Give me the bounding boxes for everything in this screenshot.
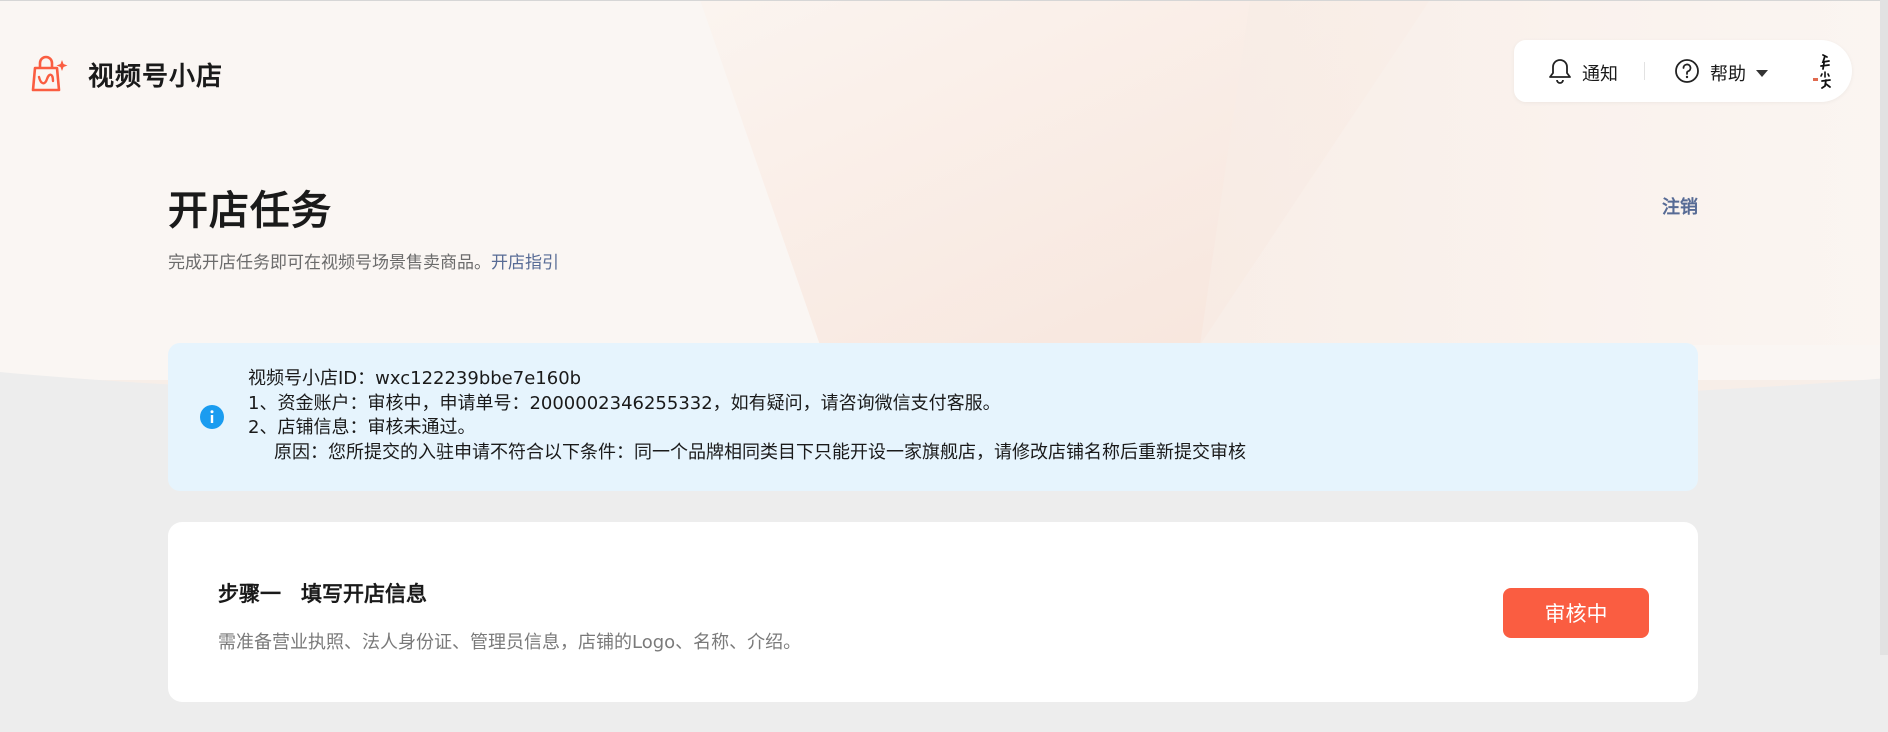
page-title: 开店任务 [168,188,332,234]
review-status-button[interactable]: 审核中 [1503,588,1649,638]
guide-link[interactable]: 开店指引 [491,253,559,273]
shop-info-line: 2、店铺信息：审核未通过。 [248,417,476,438]
notice-text: 视频号小店ID：wxc122239bbe7e160b 1、资金账户：审核中，申请… [248,367,1246,465]
divider [1644,62,1645,80]
help-label: 帮助 [1710,64,1746,85]
brand[interactable]: 视频号小店 [28,54,223,94]
question-circle-icon [1674,58,1700,88]
notice-banner: 视频号小店ID：wxc122239bbe7e160b 1、资金账户：审核中，申请… [168,343,1698,491]
notify-button[interactable]: 通知 [1548,58,1618,88]
top-border [0,0,1888,1]
page: 视频号小店 通知 帮助 开店任务 完成开店任务即可在视频号场景售卖商品。开店指引… [0,0,1888,732]
step-number: 步骤一 [218,582,281,606]
fund-account-line: 1、资金账户：审核中，申请单号：2000002346255332，如有疑问，请咨… [248,392,1001,414]
bell-icon [1548,58,1572,88]
page-description-text: 完成开店任务即可在视频号场景售卖商品。 [168,253,491,273]
step-name: 填写开店信息 [301,582,427,606]
brand-name: 视频号小店 [88,61,224,92]
info-icon [200,405,224,429]
logout-link[interactable]: 注销 [1662,193,1698,219]
shop-bag-icon [28,54,68,94]
step-description: 需准备营业执照、法人身份证、管理员信息，店铺的Logo、名称、介绍。 [218,632,802,653]
help-button[interactable]: 帮助 [1674,58,1768,88]
step-card: 步骤一 填写开店信息 需准备营业执照、法人身份证、管理员信息，店铺的Logo、名称… [168,522,1698,702]
avatar[interactable] [1804,48,1848,94]
step-title: 步骤一 填写开店信息 [218,578,427,608]
page-description: 完成开店任务即可在视频号场景售卖商品。开店指引 [168,248,559,273]
scrollbar[interactable] [1880,0,1888,655]
chevron-down-icon [1756,69,1768,77]
reason-line: 原因：您所提交的入驻申请不符合以下条件：同一个品牌相同类目下只能开设一家旗舰店，… [274,441,1246,463]
notify-label: 通知 [1582,64,1618,85]
top-actions-bar: 通知 帮助 [1514,40,1852,102]
shop-id-line: 视频号小店ID：wxc122239bbe7e160b [248,368,582,389]
